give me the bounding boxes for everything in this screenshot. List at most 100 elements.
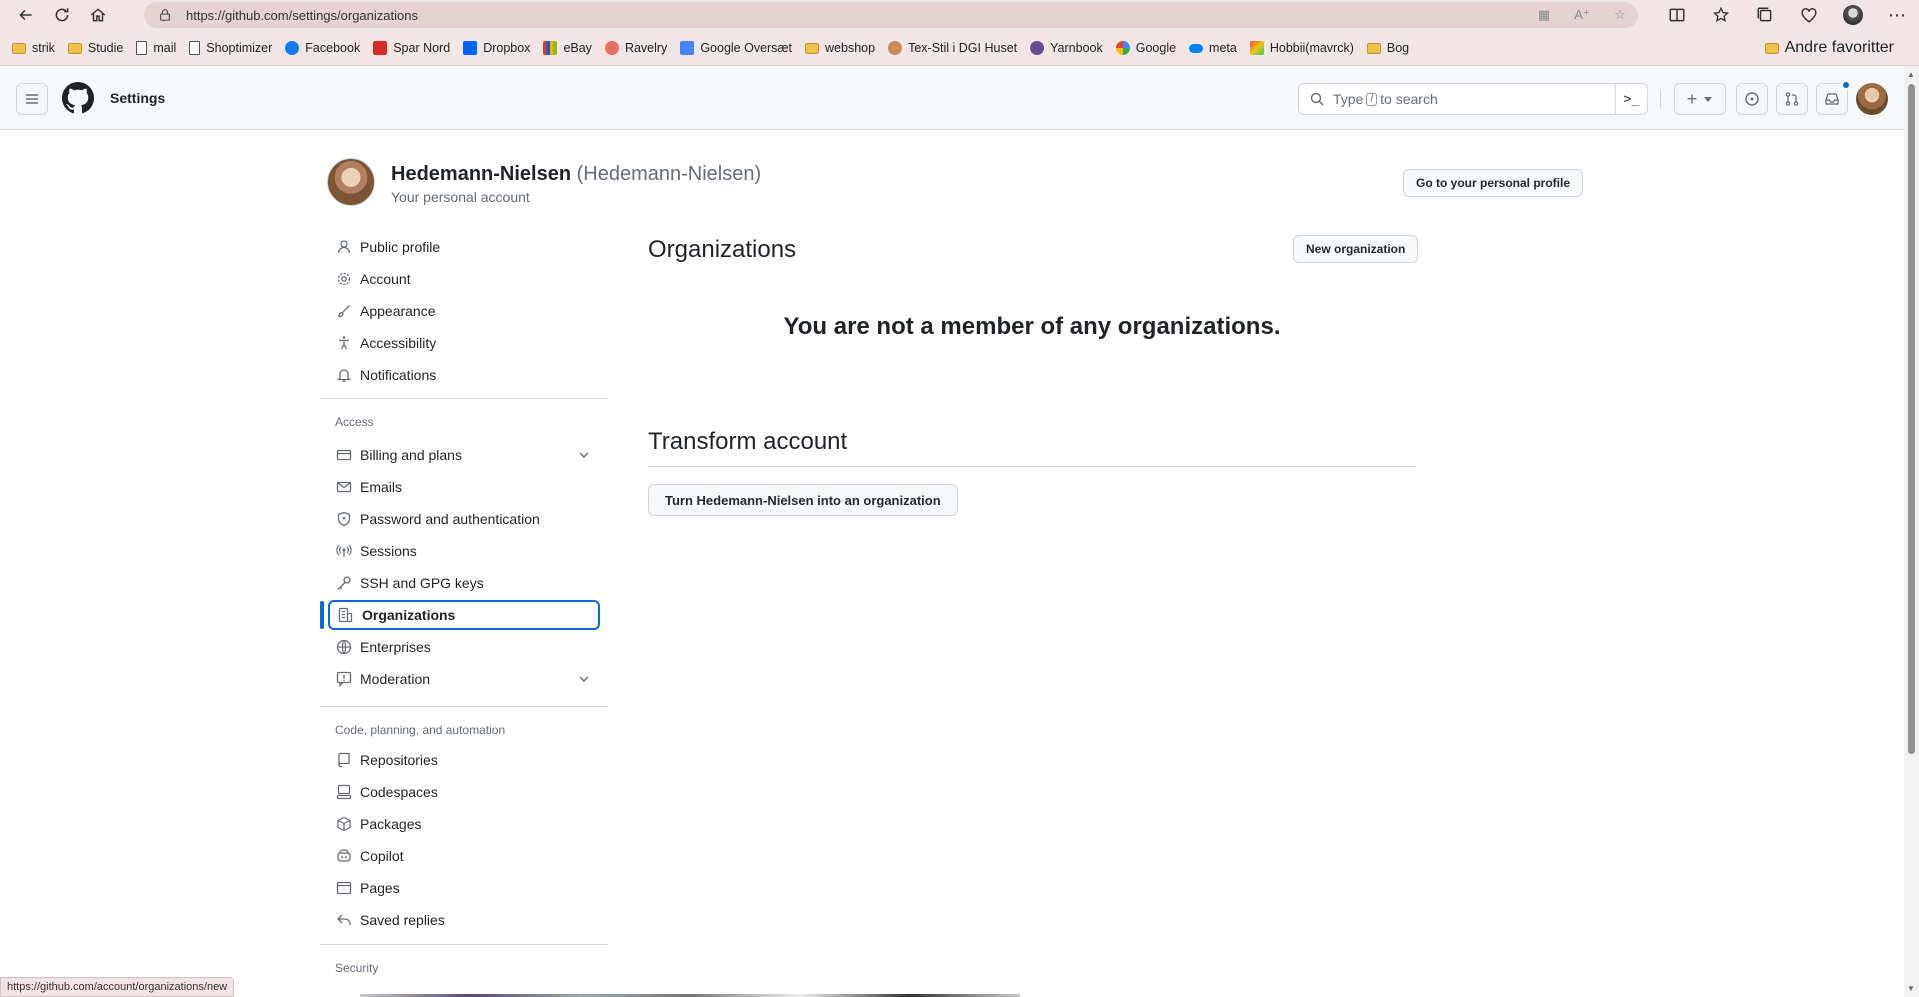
sidebar-item-label: Public profile xyxy=(360,239,441,255)
bookmark-item[interactable]: Hobbii(mavrck) xyxy=(1249,41,1354,55)
issues-button[interactable] xyxy=(1736,83,1768,115)
favorite-star-icon[interactable]: ☆ xyxy=(1610,5,1630,25)
create-new-button[interactable]: + xyxy=(1674,83,1726,115)
bookmark-item[interactable]: mail xyxy=(136,41,176,55)
address-bar-actions: ▦ A⁺ ☆ xyxy=(1534,5,1630,25)
repo-icon xyxy=(336,752,352,768)
sidebar-item-moderation[interactable]: Moderation xyxy=(328,664,600,694)
inbox-button[interactable] xyxy=(1816,80,1851,115)
command-palette-button[interactable]: >_ xyxy=(1615,84,1647,114)
sidebar-item-saved-replies[interactable]: Saved replies xyxy=(328,905,600,935)
paintbrush-icon xyxy=(336,303,352,319)
empty-state-message: You are not a member of any organization… xyxy=(783,313,1281,340)
folder-icon xyxy=(67,42,82,54)
back-button[interactable] xyxy=(8,0,44,30)
rav-favicon-icon xyxy=(604,41,619,55)
sidebar-item-pages[interactable]: Pages xyxy=(328,873,600,903)
sidebar-item-label: Repositories xyxy=(360,752,438,768)
bookmark-item[interactable]: Facebook xyxy=(285,41,360,55)
collections-icon xyxy=(1757,7,1772,22)
bookmark-item[interactable]: Studie xyxy=(67,41,123,55)
menu-button[interactable] xyxy=(16,83,48,115)
heart-pulse-icon xyxy=(1801,8,1817,23)
bookmark-item[interactable]: meta xyxy=(1189,41,1237,55)
favorites-button[interactable] xyxy=(1699,0,1743,30)
favorites-icon xyxy=(1712,6,1730,23)
other-favorites-label: Andre favoritter xyxy=(1784,39,1894,56)
sidebar-item-ssh-and-gpg-keys[interactable]: SSH and GPG keys xyxy=(328,568,600,598)
browser-menu-button[interactable]: ⋯ xyxy=(1875,0,1919,30)
bookmark-item[interactable]: Spar Nord xyxy=(373,41,450,55)
go-to-profile-button[interactable]: Go to your personal profile xyxy=(1403,169,1584,197)
scroll-up-icon[interactable]: ▲ xyxy=(1907,70,1915,79)
pull-requests-button[interactable] xyxy=(1776,83,1808,115)
sidebar-item-codespaces[interactable]: Codespaces xyxy=(328,777,600,807)
github-logo-icon[interactable] xyxy=(62,82,94,114)
bookmark-item[interactable]: Shoptimizer xyxy=(189,41,272,55)
sidebar-item-notifications[interactable]: Notifications xyxy=(328,360,600,390)
folder-icon xyxy=(1764,42,1779,54)
bookmark-item[interactable]: Google Oversæt xyxy=(680,41,792,55)
sidebar-item-label: Billing and plans xyxy=(360,447,462,463)
bookmark-item[interactable]: Bog xyxy=(1366,41,1409,55)
browser-profile-button[interactable] xyxy=(1831,0,1875,30)
bell-icon xyxy=(336,367,352,383)
bookmark-item[interactable]: eBay xyxy=(543,41,592,55)
sidebar-item-packages[interactable]: Packages xyxy=(328,809,600,839)
fb-favicon-icon xyxy=(285,41,300,55)
sidebar-heading-security: Security xyxy=(335,961,379,975)
sidebar-item-public-profile[interactable]: Public profile xyxy=(328,232,600,262)
profile-display-name[interactable]: Hedemann-Nielsen xyxy=(391,163,571,185)
unread-indicator xyxy=(1841,80,1851,90)
sidebar-item-appearance[interactable]: Appearance xyxy=(328,296,600,326)
bookmark-label: Google xyxy=(1135,41,1177,55)
bookmark-label: Google Oversæt xyxy=(700,41,793,55)
bookmark-label: strik xyxy=(32,41,55,55)
sidebar-item-password-and-authentication[interactable]: Password and authentication xyxy=(328,504,600,534)
sidebar-item-label: Pages xyxy=(360,880,400,896)
sidebar-item-label: Moderation xyxy=(360,671,431,687)
read-aloud-icon[interactable]: A⁺ xyxy=(1572,5,1592,25)
key-icon xyxy=(336,575,352,591)
sidebar-item-copilot[interactable]: Copilot xyxy=(328,841,600,871)
terminal-icon: >_ xyxy=(1623,91,1640,107)
bookmark-item[interactable]: strik xyxy=(12,41,55,55)
sidebar-item-repositories[interactable]: Repositories xyxy=(328,745,600,775)
bookmark-label: eBay xyxy=(563,41,592,55)
reload-button[interactable] xyxy=(44,0,80,30)
bookmark-item[interactable]: Ravelry xyxy=(604,41,667,55)
search-input[interactable]: Type / to search >_ xyxy=(1298,83,1648,115)
sidebar-item-account[interactable]: Account xyxy=(328,264,600,294)
profile-avatar[interactable] xyxy=(327,158,375,206)
home-icon xyxy=(90,8,106,22)
address-bar[interactable]: https://github.com/settings/organization… xyxy=(144,2,1638,28)
scroll-down-icon[interactable]: ▼ xyxy=(1907,984,1915,993)
split-screen-button[interactable] xyxy=(1655,0,1699,30)
sidebar-item-enterprises[interactable]: Enterprises xyxy=(328,632,600,662)
bookmark-item[interactable]: Dropbox xyxy=(463,41,530,55)
turn-into-organization-button[interactable]: Turn Hedemann-Nielsen into an organizati… xyxy=(648,484,958,516)
bookmark-item[interactable]: Yarnbook xyxy=(1030,41,1103,55)
other-favorites[interactable]: Andre favoritter xyxy=(1764,36,1894,60)
collections-button[interactable] xyxy=(1743,0,1787,30)
app-available-icon[interactable]: ▦ xyxy=(1534,5,1554,25)
browser-icon xyxy=(336,880,352,896)
sidebar-item-accessibility[interactable]: Accessibility xyxy=(328,328,600,358)
bookmark-item[interactable]: Google xyxy=(1115,41,1177,55)
extensions-button[interactable] xyxy=(1787,0,1831,30)
page-context-title[interactable]: Settings xyxy=(110,90,165,106)
scrollbar-thumb[interactable] xyxy=(1908,84,1915,754)
user-avatar[interactable] xyxy=(1856,83,1888,115)
split-screen-icon xyxy=(1669,8,1685,22)
sidebar-item-sessions[interactable]: Sessions xyxy=(328,536,600,566)
sidebar-item-billing-and-plans[interactable]: Billing and plans xyxy=(328,440,600,470)
sidebar-item-emails[interactable]: Emails xyxy=(328,472,600,502)
home-button[interactable] xyxy=(80,0,116,30)
bookmark-item[interactable]: webshop xyxy=(805,41,875,55)
chevron-down-icon[interactable] xyxy=(576,447,592,463)
chevron-down-icon[interactable] xyxy=(576,671,592,687)
page-scrollbar[interactable]: ▲ ▼ xyxy=(1904,66,1919,997)
bookmark-item[interactable]: Tex-Stil i DGI Huset xyxy=(888,41,1017,55)
new-organization-button[interactable]: New organization xyxy=(1293,235,1419,263)
sidebar-item-organizations[interactable]: Organizations xyxy=(328,600,600,630)
